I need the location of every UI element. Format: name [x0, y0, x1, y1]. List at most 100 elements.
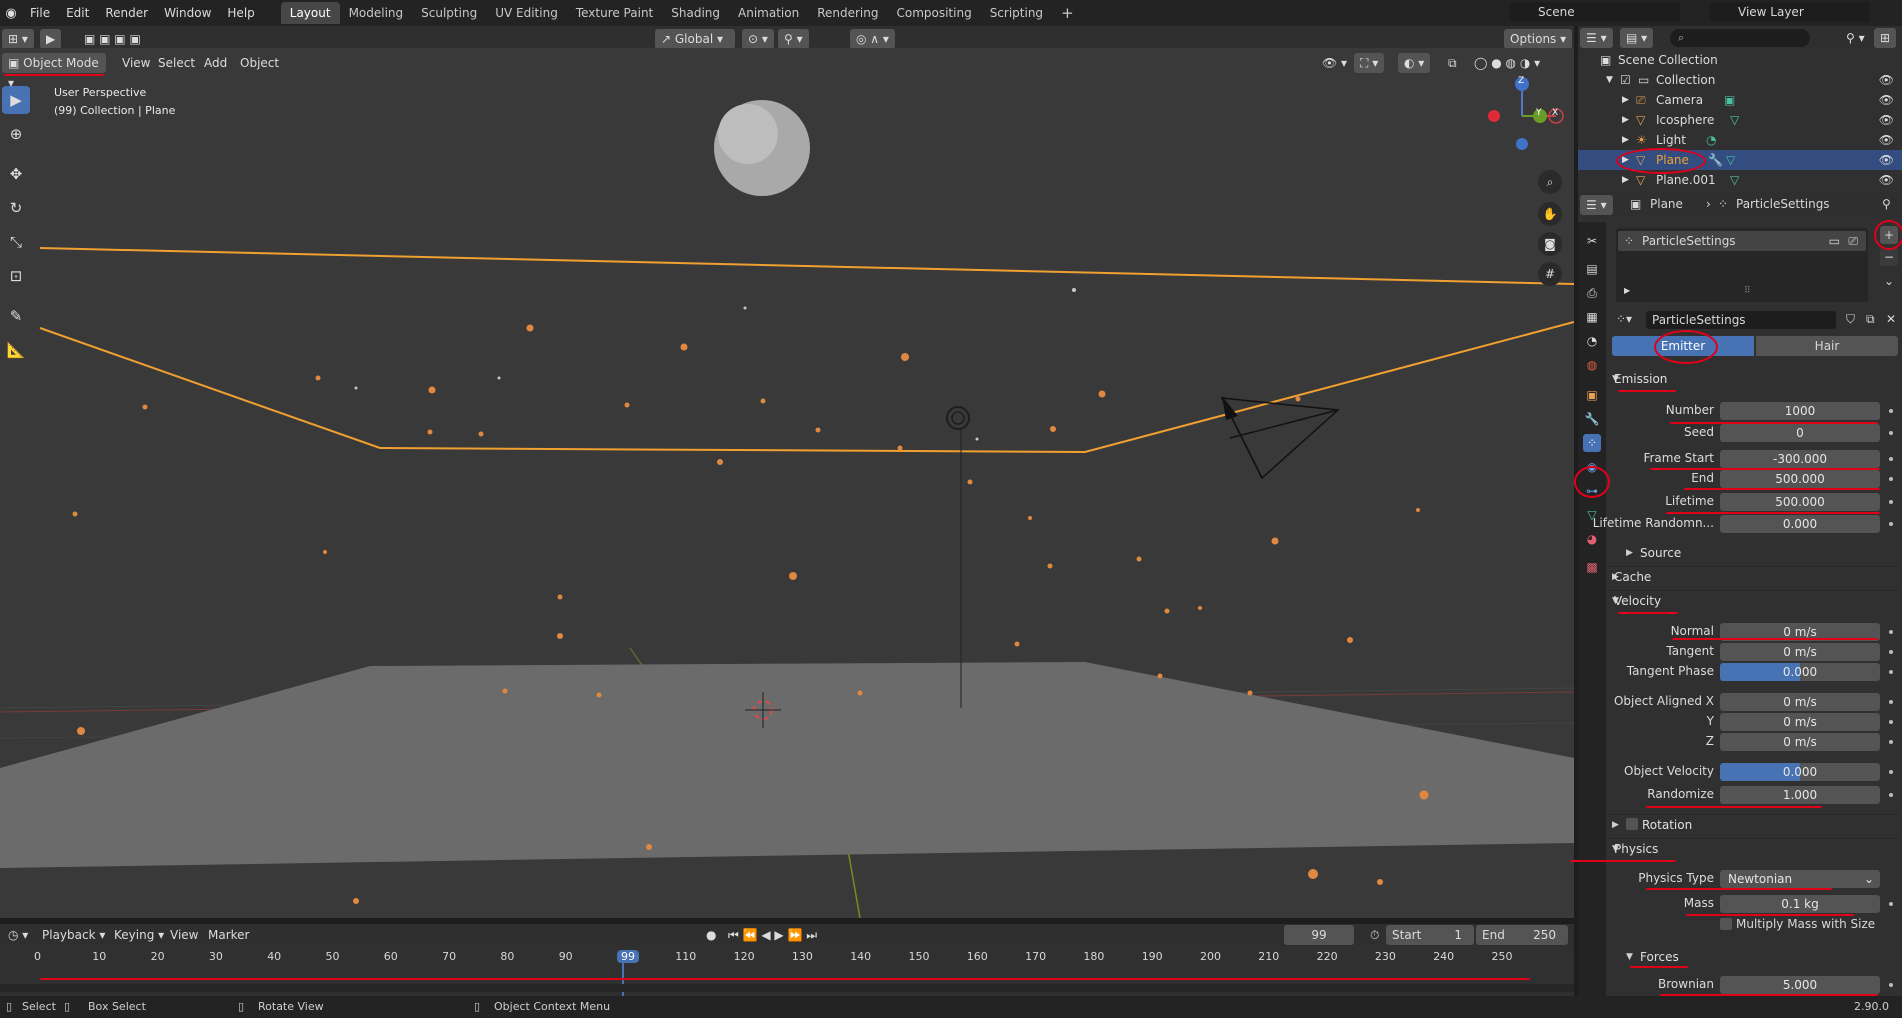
timeline-editor-icon[interactable]: ◷ ▾ [2, 925, 34, 945]
cache-panel-title[interactable]: Cache [1614, 570, 1651, 584]
keyframe-dot-icon[interactable] [1889, 983, 1893, 987]
snap-toggle[interactable]: ⚲ ▾ [778, 29, 809, 49]
duplicate-icon[interactable]: ⧉ [1866, 312, 1875, 327]
pivot-dropdown[interactable]: ⊙ ▾ [742, 29, 774, 49]
frame-start-field[interactable]: -300.000 [1720, 450, 1880, 468]
end-frame-field[interactable]: End 250 [1476, 925, 1568, 945]
menu-help[interactable]: Help [219, 0, 262, 26]
3d-viewport[interactable]: User Perspective (99) Collection | Plane… [0, 48, 1574, 918]
ortho-grid-icon[interactable]: # [1538, 262, 1562, 286]
chevron-right-icon[interactable]: ▶ [1612, 820, 1619, 830]
tangent-phase-field[interactable]: 0.000 [1720, 663, 1880, 681]
expand-list-icon[interactable]: ▶ [1624, 286, 1630, 295]
start-frame-field[interactable]: Start 1 [1386, 925, 1474, 945]
record-icon[interactable]: ● [700, 925, 722, 945]
editor-type-button[interactable]: ⊞ ▾ [2, 29, 34, 49]
particle-settings-datablock[interactable]: ⁘▾ ParticleSettings ⛉ ⧉ ✕ [1612, 310, 1900, 330]
keyframe-dot-icon[interactable] [1889, 477, 1893, 481]
fake-user-icon[interactable]: ⛉ [1846, 312, 1855, 327]
keyframe-dot-icon[interactable] [1889, 630, 1893, 634]
output-tab-icon[interactable]: ⎙ [1583, 284, 1601, 302]
scene-selector[interactable]: Scene [1510, 2, 1680, 22]
select-box-tool-icon[interactable]: ▶ [2, 86, 30, 114]
seed-field[interactable]: 0 [1720, 424, 1880, 442]
timeline-area[interactable]: 0 10 20 30 40 50 60 70 80 90 99 110 120 130 140 150 160 1… [0, 946, 1574, 1002]
chevron-right-icon[interactable]: ▶ [1622, 110, 1629, 130]
chevron-down-icon[interactable]: ▼ [1626, 952, 1633, 962]
zoom-icon[interactable]: ⌕ [1538, 170, 1562, 194]
rotate-tool-icon[interactable]: ↻ [2, 194, 30, 222]
keyframe-dot-icon[interactable] [1889, 500, 1893, 504]
chevron-right-icon[interactable]: ▶ [1626, 548, 1633, 558]
menu-edit[interactable]: Edit [58, 0, 97, 26]
particles-tab-icon[interactable]: ⁘ [1583, 434, 1601, 452]
object-aligned-x-field[interactable]: 0 m/s [1720, 693, 1880, 711]
specials-dropdown[interactable]: ⌄ [1880, 272, 1898, 290]
viewport-menu-object[interactable]: Object [234, 53, 285, 73]
particle-system-row[interactable]: ⁘ ParticleSettings ▭ ⎚ [1618, 231, 1866, 251]
view-layer-selector[interactable]: View Layer [1710, 2, 1870, 22]
selection-modes[interactable]: ▣ ▣ ▣ ▣ [78, 29, 147, 49]
scene-tab-icon[interactable]: ◔ [1583, 332, 1601, 350]
keyframe-dot-icon[interactable] [1889, 793, 1893, 797]
shading-modes-icon[interactable]: ◯ ● ◍ ◑ ▾ [1468, 53, 1546, 73]
chevron-right-icon[interactable]: ▶ [1622, 90, 1629, 110]
chevron-right-icon[interactable]: ▶ [1622, 130, 1629, 150]
object-aligned-y-field[interactable]: 0 m/s [1720, 713, 1880, 731]
viewport-menu-add[interactable]: Add [198, 53, 233, 73]
type-hair-button[interactable]: Hair [1756, 336, 1898, 356]
keyframe-dot-icon[interactable] [1889, 522, 1893, 526]
timeline-menu-keying[interactable]: Keying ▾ [108, 925, 170, 945]
overlay-toggle-icon[interactable]: ◐ ▾ [1398, 53, 1431, 73]
keyframe-dot-icon[interactable] [1889, 409, 1893, 413]
emission-panel-title[interactable]: Emission [1614, 372, 1667, 386]
menu-file[interactable]: File [22, 0, 58, 26]
navigation-gizmo[interactable]: Z X Y [1484, 74, 1564, 154]
rotation-panel-title[interactable]: Rotation [1642, 818, 1692, 832]
display-toggle-icon[interactable]: ▭ [1829, 231, 1840, 251]
physics-panel-title[interactable]: Physics [1614, 842, 1658, 856]
viewport-menu-view[interactable]: View [116, 53, 156, 73]
texture-tab-icon[interactable]: ▩ [1583, 558, 1601, 576]
outliner-item-light[interactable]: ▶ ☀ Light ◔ 👁 [1578, 130, 1902, 150]
pin-icon[interactable]: ⚲ [1882, 197, 1891, 211]
eye-icon[interactable]: 👁 [1879, 130, 1894, 150]
timeline-menu-marker[interactable]: Marker [202, 925, 255, 945]
add-workspace-icon[interactable]: + [1052, 2, 1083, 24]
move-tool-icon[interactable]: ✥ [2, 160, 30, 188]
current-frame-field[interactable]: 99 [1284, 925, 1354, 945]
source-subpanel-title[interactable]: Source [1640, 546, 1681, 560]
object-velocity-field[interactable]: 0.000 [1720, 763, 1880, 781]
timeline-menu-playback[interactable]: Playback ▾ [36, 925, 111, 945]
lifetime-random-field[interactable]: 0.000 [1720, 515, 1880, 533]
annotate-tool-icon[interactable]: ✎ [2, 302, 30, 330]
brownian-field[interactable]: 5.000 [1720, 976, 1880, 994]
object-tab-icon[interactable]: ▣ [1583, 386, 1601, 404]
visibility-icon[interactable]: 👁 ▾ [1316, 53, 1353, 73]
xray-icon[interactable]: ⧉ [1442, 53, 1463, 73]
number-field[interactable]: 1000 [1720, 402, 1880, 420]
rotation-checkbox[interactable] [1626, 818, 1638, 830]
tab-texture-paint[interactable]: Texture Paint [567, 2, 662, 24]
outliner-collection[interactable]: ▼ ☑ ▭ Collection 👁 [1578, 70, 1902, 90]
scale-tool-icon[interactable]: ⤡ [2, 228, 30, 256]
tool-tab-icon[interactable]: ✂ [1583, 232, 1601, 250]
outliner-item-camera[interactable]: ▶ ⎚ Camera ▣ 👁 [1578, 90, 1902, 110]
tab-shading[interactable]: Shading [662, 2, 729, 24]
world-tab-icon[interactable]: ◍ [1583, 356, 1601, 374]
menu-window[interactable]: Window [156, 0, 219, 26]
measure-tool-icon[interactable]: 📐 [2, 336, 30, 364]
lifetime-field[interactable]: 500.000 [1720, 493, 1880, 511]
options-dropdown[interactable]: Options ▾ [1504, 29, 1573, 49]
resize-grip-icon[interactable]: ⠿ [1744, 286, 1751, 296]
render-tab-icon[interactable]: ▤ [1583, 260, 1601, 278]
particle-settings-browse-icon[interactable]: ⁘▾ [1616, 312, 1632, 326]
tangent-field[interactable]: 0 m/s [1720, 643, 1880, 661]
tab-layout[interactable]: Layout [280, 2, 340, 24]
eye-icon[interactable]: 👁 [1879, 70, 1894, 90]
tab-modeling[interactable]: Modeling [340, 2, 413, 24]
checkbox-icon[interactable]: ☑ [1620, 70, 1631, 90]
outliner-editor-icon[interactable]: ☰ ▾ [1580, 28, 1613, 48]
keyframe-dot-icon[interactable] [1889, 670, 1893, 674]
tab-animation[interactable]: Animation [729, 2, 808, 24]
